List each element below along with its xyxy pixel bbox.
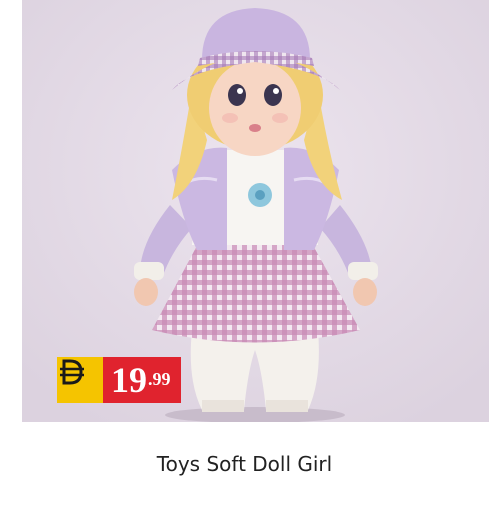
price-main: 19 — [111, 360, 147, 400]
price-badge: 19 .99 — [57, 357, 181, 403]
product-title[interactable]: Toys Soft Doll Girl — [0, 452, 489, 476]
product-image[interactable]: 19 .99 — [22, 0, 489, 422]
price-box: 19 .99 — [103, 357, 181, 403]
price-cents: .99 — [148, 369, 171, 389]
product-card[interactable]: 19 .99 Toys Soft Doll Girl — [0, 0, 489, 512]
dirham-icon — [60, 359, 84, 385]
currency-box — [57, 357, 103, 403]
